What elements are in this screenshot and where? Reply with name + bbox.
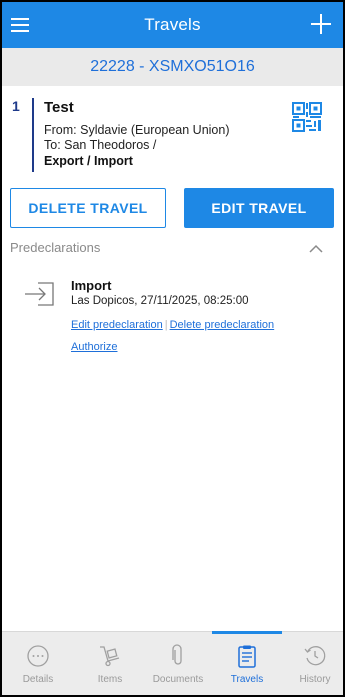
nav-item-details[interactable]: Details (4, 632, 72, 695)
add-icon[interactable] (307, 10, 335, 38)
travel-to: To: San Theodoros / (44, 138, 157, 152)
qr-code-icon[interactable] (292, 102, 322, 132)
nav-label-documents: Documents (152, 674, 204, 685)
link-separator: | (164, 319, 168, 331)
delete-travel-button[interactable]: DELETE TRAVEL (10, 188, 166, 228)
travel-kind: Export / Import (44, 154, 133, 168)
predeclaration-type: Import (71, 278, 112, 293)
travel-index-bar (32, 98, 34, 172)
nav-label-travels: Travels (230, 674, 264, 685)
predeclaration-links: Edit predeclaration | Delete predeclaratio… (71, 319, 274, 331)
paperclip-icon (172, 644, 182, 665)
nav-item-history[interactable]: History (281, 632, 343, 695)
nav-item-travels[interactable]: Travels (213, 632, 281, 695)
delete-predeclaration-link[interactable]: Delete predeclaration (170, 319, 275, 331)
edit-predeclaration-link[interactable]: Edit predeclaration (71, 319, 163, 331)
travel-from: From: Syldavie (European Union) (44, 123, 230, 137)
travel-reference: 22228 - XSMXO51O16 (2, 48, 343, 86)
travel-card[interactable]: 1 Test From: Syldavie (European Union) T… (2, 86, 343, 178)
predeclarations-section-title: Predeclarations (10, 240, 101, 255)
travel-index: 1 (12, 98, 20, 114)
top-app-bar: Travels (2, 2, 343, 48)
nav-label-details: Details (22, 674, 54, 685)
nav-label-items: Items (97, 674, 123, 685)
travel-name: Test (44, 99, 74, 116)
history-icon (304, 646, 326, 666)
chevron-up-icon[interactable] (309, 242, 323, 256)
authorize-link[interactable]: Authorize (71, 341, 117, 353)
nav-item-documents[interactable]: Documents (144, 632, 212, 695)
authorize-container: Authorize (71, 341, 117, 353)
predeclaration-item: Import Las Dopicos, 27/11/2025, 08:25:00… (2, 272, 343, 362)
nav-label-history: History (299, 674, 331, 685)
import-arrow-icon (25, 282, 54, 306)
edit-travel-button[interactable]: EDIT TRAVEL (184, 188, 334, 228)
clipboard-icon (238, 645, 256, 668)
hand-truck-icon (100, 646, 120, 667)
nav-item-items[interactable]: Items (76, 632, 144, 695)
bottom-navigation: Details Items Documents Travels History (2, 631, 343, 695)
predeclaration-meta: Las Dopicos, 27/11/2025, 08:25:00 (71, 295, 249, 307)
page-title: Travels (144, 15, 201, 34)
app-frame: Travels 22228 - XSMXO51O16 1 Test From: … (0, 0, 345, 697)
more-circle-icon (27, 645, 49, 667)
menu-icon[interactable] (10, 12, 36, 38)
